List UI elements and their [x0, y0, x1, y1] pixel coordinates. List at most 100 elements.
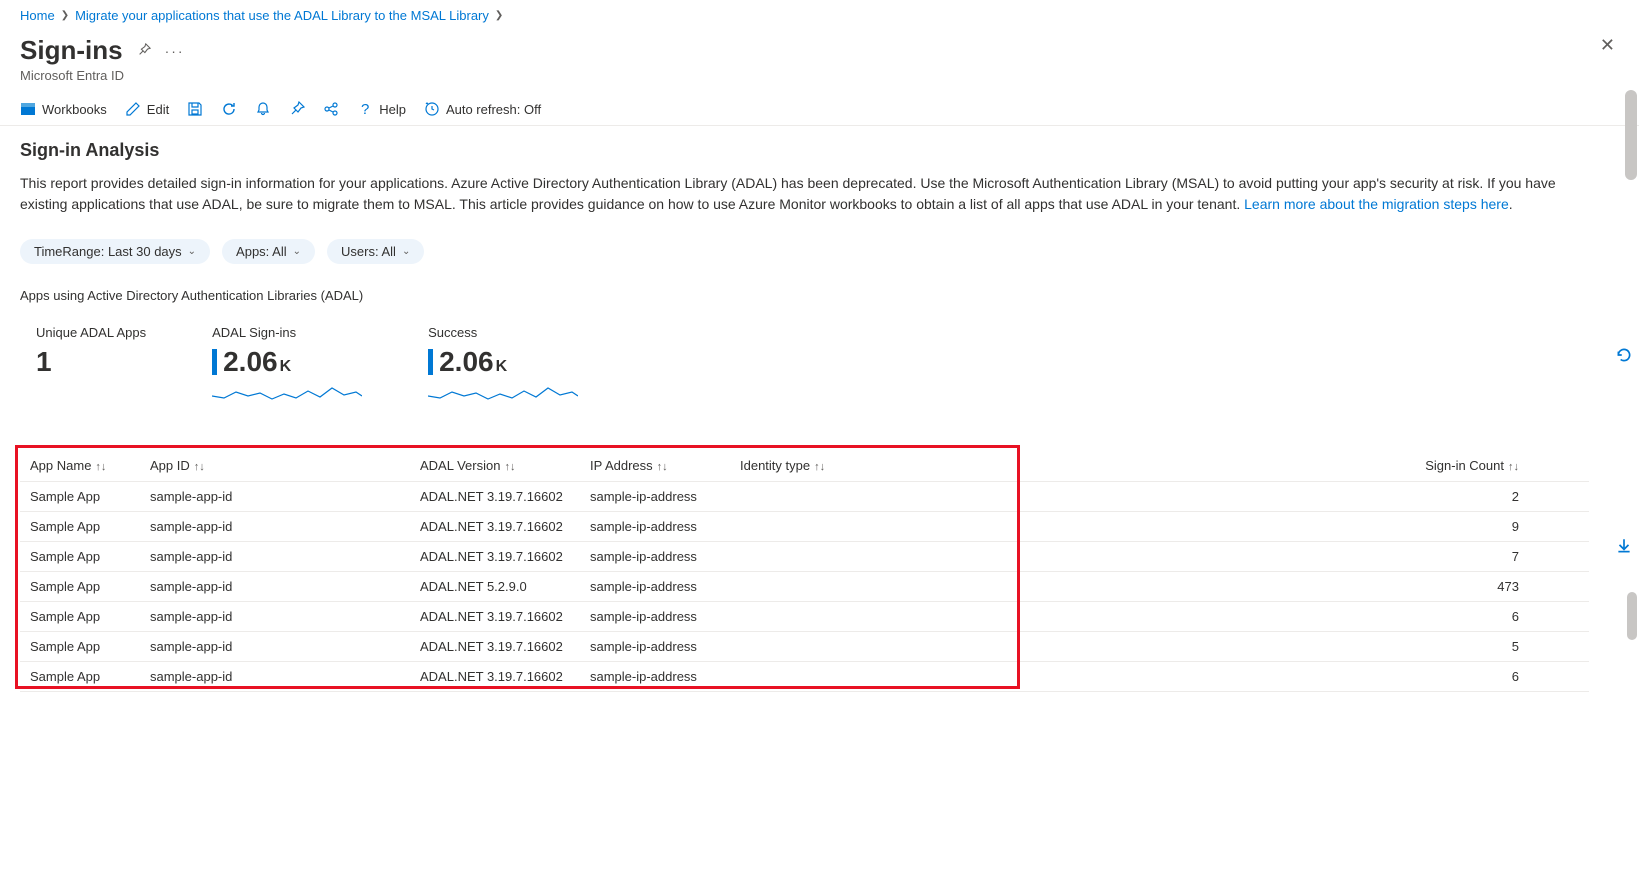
filter-timerange-label: TimeRange: Last 30 days [34, 244, 182, 259]
breadcrumb-migrate[interactable]: Migrate your applications that use the A… [75, 8, 489, 23]
sparkline [212, 382, 362, 404]
help-button[interactable]: ? Help [357, 101, 406, 117]
metric-card: ADAL Sign-ins 2.06K [212, 325, 362, 404]
filter-users[interactable]: Users: All ⌄ [327, 239, 424, 264]
chevron-right-icon: ❯ [61, 10, 69, 21]
table-row[interactable]: Sample Appsample-app-idADAL.NET 3.19.7.1… [20, 482, 1589, 512]
undo-icon[interactable] [1615, 346, 1633, 367]
cell-adal-version: ADAL.NET 3.19.7.16602 [410, 662, 580, 692]
column-header[interactable]: ADAL Version ↑↓ [410, 450, 580, 482]
scrollbar-thumb[interactable] [1625, 90, 1637, 180]
cell-app-id: sample-app-id [140, 512, 410, 542]
cell-signin-count: 2 [860, 482, 1589, 512]
cell-identity-type [730, 662, 860, 692]
metric-label: ADAL Sign-ins [212, 325, 362, 340]
table-row[interactable]: Sample Appsample-app-idADAL.NET 3.19.7.1… [20, 602, 1589, 632]
cell-adal-version: ADAL.NET 5.2.9.0 [410, 572, 580, 602]
table-row[interactable]: Sample Appsample-app-idADAL.NET 3.19.7.1… [20, 542, 1589, 572]
more-icon[interactable]: ··· [165, 43, 185, 59]
metric-card: Unique ADAL Apps1 [36, 325, 146, 404]
chevron-right-icon: ❯ [495, 10, 503, 21]
filter-apps[interactable]: Apps: All ⌄ [222, 239, 315, 264]
cell-ip-address: sample-ip-address [580, 632, 730, 662]
cell-identity-type [730, 482, 860, 512]
cell-identity-type [730, 542, 860, 572]
cell-app-name: Sample App [20, 572, 140, 602]
cell-app-id: sample-app-id [140, 482, 410, 512]
description-period: . [1509, 196, 1513, 212]
column-header[interactable]: App ID↑↓ [140, 450, 410, 482]
filter-timerange[interactable]: TimeRange: Last 30 days ⌄ [20, 239, 210, 264]
sort-icon: ↑↓ [504, 461, 515, 473]
metric-value: 2.06K [212, 346, 362, 378]
bell-icon[interactable] [255, 101, 271, 117]
edit-button[interactable]: Edit [125, 101, 169, 117]
column-label: App ID [150, 458, 190, 473]
sort-icon: ↑↓ [814, 461, 825, 473]
content-area: Sign-in Analysis This report provides de… [0, 126, 1609, 712]
save-icon[interactable] [187, 101, 203, 117]
pin-icon[interactable] [137, 43, 151, 60]
cell-signin-count: 7 [860, 542, 1589, 572]
table-row[interactable]: Sample Appsample-app-idADAL.NET 3.19.7.1… [20, 512, 1589, 542]
cell-app-id: sample-app-id [140, 572, 410, 602]
cell-ip-address: sample-ip-address [580, 512, 730, 542]
scrollbar-thumb-inner[interactable] [1627, 592, 1637, 640]
download-icon[interactable] [1615, 537, 1633, 558]
subsection-label: Apps using Active Directory Authenticati… [20, 288, 1589, 303]
cell-signin-count: 5 [860, 632, 1589, 662]
column-header[interactable]: Identity type ↑↓ [730, 450, 860, 482]
accent-bar [212, 349, 217, 375]
metric-label: Success [428, 325, 578, 340]
table-row[interactable]: Sample Appsample-app-idADAL.NET 3.19.7.1… [20, 632, 1589, 662]
column-header[interactable]: App Name↑↓ [20, 450, 140, 482]
cell-adal-version: ADAL.NET 3.19.7.16602 [410, 602, 580, 632]
sparkline [428, 382, 578, 404]
page-subtitle: Microsoft Entra ID [0, 66, 1639, 95]
clock-refresh-icon [424, 101, 440, 117]
help-icon: ? [357, 101, 373, 117]
cell-app-id: sample-app-id [140, 542, 410, 572]
cell-app-name: Sample App [20, 602, 140, 632]
sort-icon: ↑↓ [657, 461, 668, 473]
cell-ip-address: sample-ip-address [580, 662, 730, 692]
column-label: Identity type [740, 458, 810, 473]
breadcrumb: Home ❯ Migrate your applications that us… [0, 0, 1639, 31]
share-icon[interactable] [323, 101, 339, 117]
cell-app-id: sample-app-id [140, 662, 410, 692]
cell-ip-address: sample-ip-address [580, 602, 730, 632]
cell-signin-count: 473 [860, 572, 1589, 602]
help-label: Help [379, 102, 406, 117]
cell-adal-version: ADAL.NET 3.19.7.16602 [410, 482, 580, 512]
column-label: Sign-in Count [1425, 458, 1504, 473]
close-icon[interactable]: ✕ [1600, 35, 1619, 56]
refresh-icon[interactable] [221, 101, 237, 117]
column-label: IP Address [590, 458, 653, 473]
toolbar: Workbooks Edit ? Help Auto refresh: Off [0, 95, 1639, 126]
column-header[interactable]: IP Address ↑↓ [580, 450, 730, 482]
breadcrumb-home[interactable]: Home [20, 8, 55, 23]
metrics-row: Unique ADAL Apps1 ADAL Sign-ins 2.06K Succe… [20, 325, 1589, 404]
filter-users-label: Users: All [341, 244, 396, 259]
cell-identity-type [730, 512, 860, 542]
learn-more-link[interactable]: Learn more about the migration steps her… [1244, 196, 1509, 212]
table-row[interactable]: Sample Appsample-app-idADAL.NET 5.2.9.0s… [20, 572, 1589, 602]
column-header[interactable]: Sign-in Count↑↓ [860, 450, 1589, 482]
pin-toolbar-icon[interactable] [289, 101, 305, 117]
filter-row: TimeRange: Last 30 days ⌄ Apps: All ⌄ Us… [20, 239, 1589, 264]
cell-ip-address: sample-ip-address [580, 482, 730, 512]
workbooks-button[interactable]: Workbooks [20, 101, 107, 117]
auto-refresh-button[interactable]: Auto refresh: Off [424, 101, 541, 117]
cell-app-name: Sample App [20, 662, 140, 692]
cell-app-id: sample-app-id [140, 602, 410, 632]
chevron-down-icon: ⌄ [188, 246, 196, 257]
page-header: Sign-ins ··· ✕ [0, 31, 1639, 66]
table-row[interactable]: Sample Appsample-app-idADAL.NET 3.19.7.1… [20, 662, 1589, 692]
cell-identity-type [730, 602, 860, 632]
metric-label: Unique ADAL Apps [36, 325, 146, 340]
filter-apps-label: Apps: All [236, 244, 287, 259]
edit-label: Edit [147, 102, 169, 117]
column-label: ADAL Version [420, 458, 500, 473]
cell-signin-count: 6 [860, 602, 1589, 632]
cell-app-name: Sample App [20, 632, 140, 662]
